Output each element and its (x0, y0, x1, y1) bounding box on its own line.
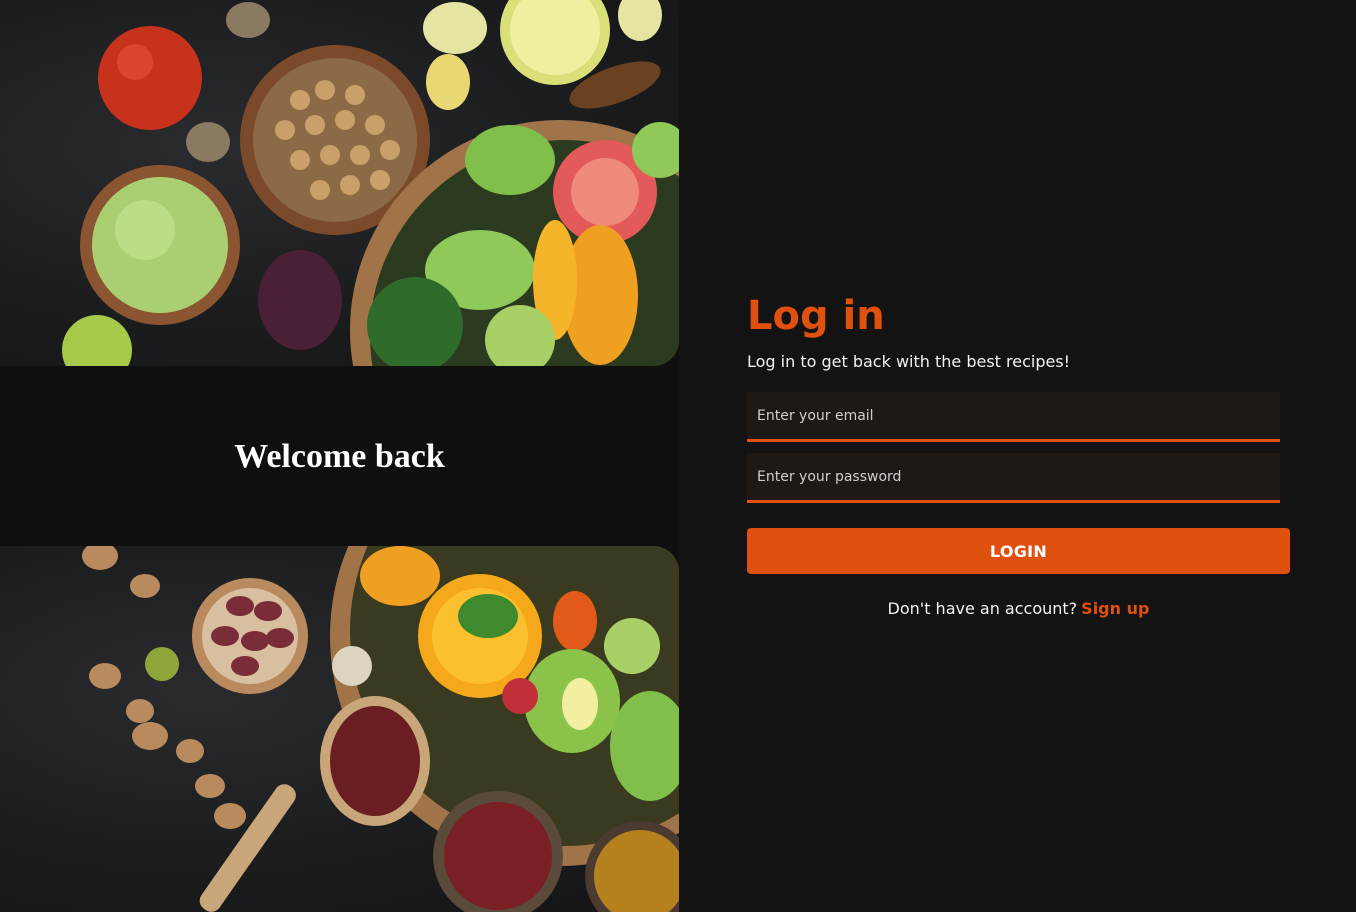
food-illustration-bottom (82, 546, 679, 912)
email-field[interactable] (757, 392, 1280, 439)
password-field[interactable] (757, 453, 1280, 500)
food-photo-bottom (0, 546, 679, 912)
login-panel: Log in Log in to get back with the best … (679, 0, 1356, 912)
login-subtitle: Log in to get back with the best recipes… (747, 352, 1071, 371)
login-heading: Log in (747, 293, 885, 339)
welcome-title: Welcome back (234, 438, 445, 475)
login-page: Welcome back Log in Log in to get back w… (0, 0, 1356, 912)
email-field-wrapper (747, 392, 1280, 442)
signup-prompt: Don't have an account? (887, 599, 1078, 618)
login-button[interactable]: LOGIN (747, 528, 1290, 574)
signup-row: Don't have an account? Sign up (747, 599, 1290, 618)
welcome-band: Welcome back (0, 366, 679, 546)
food-illustration-top (62, 0, 679, 366)
signup-link[interactable]: Sign up (1081, 599, 1149, 618)
hero-panel: Welcome back (0, 0, 679, 912)
food-photo-top (0, 0, 679, 366)
password-field-wrapper (747, 453, 1280, 503)
login-form: Log in Log in to get back with the best … (747, 290, 1290, 618)
